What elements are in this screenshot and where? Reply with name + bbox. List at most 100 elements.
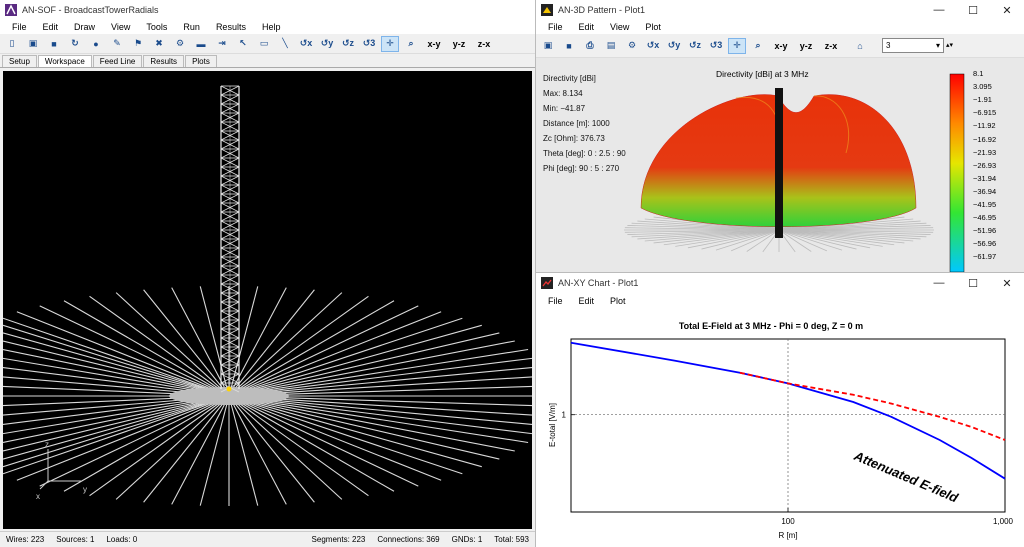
rotate-z-icon[interactable]: ↺z [339,36,357,52]
tab-plots[interactable]: Plots [185,55,217,67]
main-menu-draw[interactable]: Draw [66,22,103,32]
main-menu-results[interactable]: Results [208,22,254,32]
home-icon[interactable]: ⌂ [851,38,869,54]
xychart-window: AN-XY Chart - Plot1 — ☐ ✕ File Edit Plot T… [535,272,1024,547]
rectangle-icon[interactable]: ▭ [255,36,273,52]
pattern3d-info-line: Min: −41.87 [543,104,586,113]
rotate-y-icon[interactable]: ↺y [665,38,683,54]
main-menu-view[interactable]: View [103,22,138,32]
pattern3d-plot[interactable]: Directivity [dBi] at 3 MHz Directivity [… [536,58,1024,272]
rotate-3d-icon[interactable]: ↺3 [360,36,378,52]
xychart-titlebar[interactable]: AN-XY Chart - Plot1 — ☐ ✕ [536,273,1024,293]
open-folder-icon[interactable]: ▣ [24,36,42,52]
export-icon[interactable]: ⇥ [213,36,231,52]
pattern3d-menu-view[interactable]: View [602,22,637,32]
view-z-x-button[interactable]: z-x [473,36,495,52]
rotate-y-icon[interactable]: ↺y [318,36,336,52]
rotate-z-icon[interactable]: ↺z [686,38,704,54]
view-x-y-button[interactable]: x-y [423,36,445,52]
main-menu-tools[interactable]: Tools [138,22,175,32]
workspace-canvas[interactable]: z x y [3,71,532,529]
colorbar-label: −1.91 [973,95,992,105]
pattern3d-menu-edit[interactable]: Edit [571,22,603,32]
status-total: Total: 593 [494,535,529,544]
colorbar-label: −26.93 [973,160,997,170]
tab-setup[interactable]: Setup [2,55,37,67]
pattern3d-menu-plot[interactable]: Plot [637,22,669,32]
main-window: AN-SOF - BroadcastTowerRadials File Edit D… [0,0,535,547]
pattern3d-info-line: Directivity [dBi] [543,74,596,83]
colorbar-label: −31.94 [973,173,997,183]
xychart-menu-plot[interactable]: Plot [602,296,634,306]
save-icon[interactable]: ■ [45,36,63,52]
main-menu-run[interactable]: Run [175,22,208,32]
gear-icon[interactable]: ⚙ [171,36,189,52]
pattern3d-info-line: Distance [m]: 1000 [543,119,610,128]
status-wires: Wires: 223 [6,535,45,544]
save-icon[interactable]: ■ [560,38,578,54]
frequency-select[interactable]: 3 ▾ [882,38,944,53]
main-titlebar[interactable]: AN-SOF - BroadcastTowerRadials [0,0,535,20]
spin-arrows-icon[interactable]: ▴▾ [946,42,954,49]
refresh-icon[interactable]: ↻ [66,36,84,52]
axis-y-label: y [83,485,87,494]
pencil-icon[interactable]: ✎ [108,36,126,52]
minimize-button[interactable]: — [922,0,956,20]
view-z-x-button[interactable]: z-x [820,38,842,54]
view-x-y-button[interactable]: x-y [770,38,792,54]
tab-results[interactable]: Results [143,55,185,67]
pattern3d-tower [775,88,783,238]
stop-icon[interactable]: ● [87,36,105,52]
y-tick-label: 1 [562,411,567,420]
pan-icon[interactable]: ✛ [381,35,399,52]
print-icon[interactable]: ⎙ [581,38,599,54]
pattern3d-info-line: Max: 8.134 [543,89,583,98]
tab-feed-line[interactable]: Feed Line [92,55,143,67]
gear-icon[interactable]: ⚙ [623,38,641,54]
clipboard-icon[interactable]: ▤ [602,38,620,54]
rotate-x-icon[interactable]: ↺x [644,38,662,54]
axis-x-label: x [36,492,40,501]
xychart-menu-file[interactable]: File [540,296,571,306]
source-marker [226,386,232,392]
status-gnds: GNDs: 1 [451,535,483,544]
tab-workspace[interactable]: Workspace [37,55,92,67]
chevron-down-icon: ▾ [935,41,940,50]
x-tick-label: 1,000 [993,517,1014,526]
zoom-icon[interactable]: ⌕ [402,36,420,52]
pattern3d-titlebar[interactable]: AN-3D Pattern - Plot1 — ☐ ✕ [536,0,1024,20]
xychart-close-button[interactable]: ✕ [990,273,1024,293]
pan-icon[interactable]: ✛ [728,37,746,54]
colorbar-label: −51.96 [973,226,997,236]
main-menu-edit[interactable]: Edit [35,22,67,32]
delete-icon[interactable]: ✖ [150,36,168,52]
colorbar-label: −46.95 [973,213,997,223]
pattern3d-menu-file[interactable]: File [540,22,571,32]
xychart-menu-edit[interactable]: Edit [571,296,603,306]
view-y-z-button[interactable]: y-z [795,38,817,54]
pointer-icon[interactable]: ↖ [234,36,252,52]
main-menu-help[interactable]: Help [254,22,289,32]
main-menu-file[interactable]: File [4,22,35,32]
pattern3d-menubar: File Edit View Plot [536,20,1024,34]
colorbar-label: −56.96 [973,239,997,249]
zoom-icon[interactable]: ⌕ [749,38,767,54]
pattern3d-info-line: Phi [deg]: 90 : 5 : 270 [543,164,620,173]
xychart-plot-area[interactable]: Total E-Field at 3 MHz - Phi = 0 deg, Z … [536,309,1024,547]
stamp-icon[interactable]: ⚑ [129,36,147,52]
comment-icon[interactable]: ▬ [192,36,210,52]
new-file-icon[interactable]: ▯ [3,36,21,52]
rotate-x-icon[interactable]: ↺x [297,36,315,52]
xychart-maximize-button[interactable]: ☐ [956,273,990,293]
axis-z-label: z [45,440,49,449]
chart-ylabel: E-total [V/m] [548,403,557,447]
view-y-z-button[interactable]: y-z [448,36,470,52]
line-icon[interactable]: ╲ [276,36,294,52]
close-button[interactable]: ✕ [990,0,1024,20]
xychart-minimize-button[interactable]: — [922,273,956,293]
open-folder-icon[interactable]: ▣ [539,38,557,54]
colorbar-label: −41.95 [973,200,997,209]
maximize-button[interactable]: ☐ [956,0,990,20]
rotate-3d-icon[interactable]: ↺3 [707,38,725,54]
colorbar-label: −6.915 [973,108,997,118]
